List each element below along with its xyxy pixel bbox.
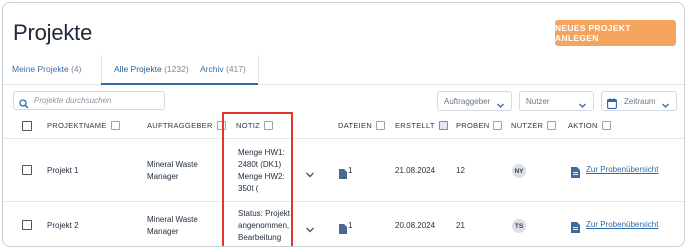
- sample-overview-link[interactable]: Zur Probenübersicht: [586, 220, 658, 229]
- header-divider: [3, 138, 684, 139]
- calendar-icon: [607, 96, 617, 114]
- created-date: 21.08.2024: [395, 166, 436, 175]
- row-checkbox[interactable]: [22, 220, 32, 230]
- sort-icon[interactable]: [376, 121, 386, 130]
- client-name: Mineral Waste Manager: [147, 214, 198, 238]
- new-project-button[interactable]: NEUES PROJEKT ANLEGEN: [555, 20, 676, 46]
- document-icon: [571, 165, 580, 183]
- sample-count: 12: [456, 166, 465, 175]
- page-title: Projekte: [13, 20, 93, 45]
- client-name: Mineral Waste Manager: [147, 159, 198, 183]
- tab-label: Archiv: [200, 64, 224, 74]
- tab-label: Meine Projekte: [12, 64, 69, 74]
- search-placeholder: Projekte durchsuchen: [34, 96, 112, 105]
- divider: [101, 55, 102, 83]
- file-icon: [339, 166, 347, 184]
- row-checkbox[interactable]: [22, 165, 32, 175]
- search-icon: [19, 96, 29, 114]
- select-label: Nutzer: [526, 97, 550, 106]
- sample-overview-link[interactable]: Zur Probenübersicht: [586, 165, 658, 174]
- zeitraum-select[interactable]: Zeitraum: [601, 91, 677, 111]
- column-header-auftraggeber[interactable]: AUFTRAGGEBER: [147, 121, 226, 130]
- notiz-column-highlight: [222, 112, 293, 246]
- select-all-checkbox[interactable]: [22, 121, 32, 131]
- file-count[interactable]: 1: [348, 220, 352, 232]
- document-icon: [571, 220, 580, 238]
- user-avatar: TS: [512, 219, 526, 233]
- tab-bar: Meine Projekte (4) Alle Projekte (1232) …: [3, 53, 684, 85]
- row-divider: [3, 201, 684, 202]
- column-label: AKTION: [568, 121, 598, 130]
- active-tab-indicator: [101, 83, 258, 85]
- column-label: AUFTRAGGEBER: [147, 121, 213, 130]
- tab-count: (1232): [164, 64, 189, 74]
- column-label: PROBEN: [456, 121, 490, 130]
- project-name[interactable]: Projekt 1: [47, 165, 79, 177]
- sort-icon[interactable]: [493, 121, 503, 130]
- sample-count: 21: [456, 221, 465, 230]
- tab-label: Alle Projekte: [114, 64, 162, 74]
- chevron-down-icon: [661, 97, 670, 115]
- sort-icon[interactable]: [110, 121, 120, 130]
- file-icon: [339, 221, 347, 239]
- column-header-aktion[interactable]: AKTION: [568, 121, 611, 130]
- divider: [258, 55, 259, 83]
- column-label: NUTZER: [511, 121, 544, 130]
- sort-icon[interactable]: [601, 121, 611, 130]
- client-line: Mineral Waste: [147, 215, 198, 224]
- column-label: ERSTELLT: [395, 121, 435, 130]
- client-line: Mineral Waste: [147, 160, 198, 169]
- column-header-proben[interactable]: PROBEN: [456, 121, 503, 130]
- user-avatar: NY: [512, 164, 526, 178]
- expand-chevron-icon[interactable]: [305, 221, 315, 239]
- select-label: Zeitraum: [624, 97, 656, 106]
- column-label: DATEIEN: [338, 121, 373, 130]
- chevron-down-icon: [578, 97, 587, 115]
- column-label: PROJEKTNAME: [47, 121, 107, 130]
- tab-all-projects[interactable]: Alle Projekte (1232): [114, 64, 189, 74]
- client-line: Manager: [147, 227, 179, 236]
- created-date: 20.08.2024: [395, 221, 436, 230]
- tab-count: (4): [71, 64, 82, 74]
- tab-count: (417): [226, 64, 246, 74]
- column-header-dateien[interactable]: DATEIEN: [338, 121, 386, 130]
- select-label: Auftraggeber: [444, 97, 491, 106]
- search-input[interactable]: Projekte durchsuchen: [13, 91, 165, 110]
- column-header-nutzer[interactable]: NUTZER: [511, 121, 557, 130]
- auftraggeber-select[interactable]: Auftraggeber: [437, 91, 512, 111]
- tab-my-projects[interactable]: Meine Projekte (4): [12, 64, 81, 74]
- column-header-erstellt[interactable]: ERSTELLT: [395, 121, 448, 130]
- column-header-projektname[interactable]: PROJEKTNAME: [47, 121, 120, 130]
- nutzer-select[interactable]: Nutzer: [519, 91, 594, 111]
- client-line: Manager: [147, 172, 179, 181]
- file-count[interactable]: 1: [348, 165, 352, 177]
- tab-archive[interactable]: Archiv (417): [200, 64, 246, 74]
- sort-icon[interactable]: [547, 121, 557, 130]
- sort-desc-icon[interactable]: [438, 121, 448, 130]
- chevron-down-icon: [496, 97, 505, 115]
- projects-panel: Projekte NEUES PROJEKT ANLEGEN Meine Pro…: [2, 2, 685, 247]
- expand-chevron-icon[interactable]: [305, 166, 315, 184]
- project-name[interactable]: Projekt 2: [47, 220, 79, 232]
